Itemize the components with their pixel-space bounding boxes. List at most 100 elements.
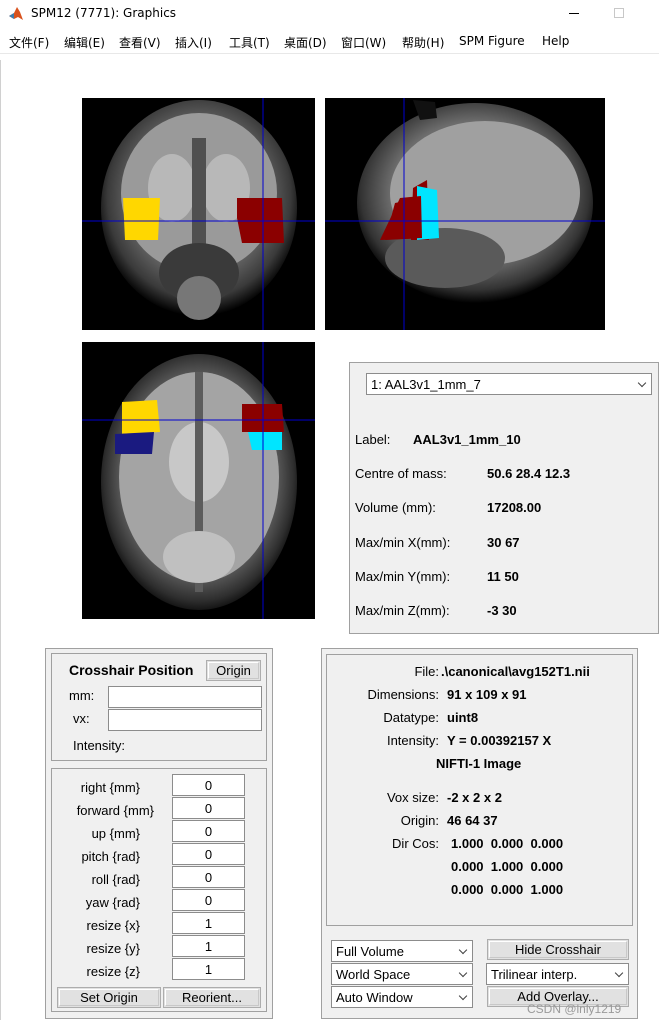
reorient-button-label: Reorient... — [182, 990, 242, 1005]
file-info-panel: File: .\canonical\avg152T1.nii Dimension… — [326, 654, 633, 926]
mm-label: mm: — [69, 688, 95, 703]
file-key: File: — [414, 664, 439, 679]
sagittal-view[interactable] — [325, 98, 605, 330]
menu-edit[interactable]: 编辑(E) — [64, 34, 105, 51]
chevron-down-icon — [456, 941, 472, 961]
resize-z-label: resize {z} — [86, 964, 140, 979]
up-input[interactable]: 0 — [172, 820, 245, 842]
crosshair-panel: Crosshair Position Origin mm: vx: Intens… — [51, 653, 267, 761]
dtype-key: Datatype: — [383, 710, 439, 725]
dircos-row-3: 0.000 0.000 1.000 — [451, 882, 564, 897]
atlas-maxminy-key: Max/min Y(mm): — [355, 569, 451, 584]
chevron-down-icon — [612, 964, 628, 984]
resize-y-label: resize {y} — [86, 941, 140, 956]
atlas-panel: 1: AAL3v1_1mm_7 Label: AAL3v1_1mm_10 Cen… — [349, 362, 659, 634]
watermark: CSDN @lnly1219 — [527, 1002, 622, 1016]
atlas-maxminx-value: 30 67 — [487, 535, 520, 550]
atlas-volume-key: Volume (mm): — [355, 500, 436, 515]
interp-select-value: Trilinear interp. — [491, 967, 578, 982]
menu-window[interactable]: 窗口(W) — [341, 34, 386, 51]
atlas-select-value: 1: AAL3v1_1mm_7 — [371, 377, 481, 392]
right-input[interactable]: 0 — [172, 774, 245, 796]
pitch-input[interactable]: 0 — [172, 843, 245, 865]
resize-x-label: resize {x} — [86, 918, 140, 933]
menu-tools[interactable]: 工具(T) — [229, 34, 270, 51]
origin-button-label: Origin — [216, 663, 251, 678]
dtype-value: uint8 — [447, 710, 479, 725]
window-select-value: Auto Window — [336, 990, 413, 1005]
dims-key: Dimensions: — [367, 687, 439, 702]
resize-x-input[interactable]: 1 — [172, 912, 245, 934]
dircos-row-1: 1.000 0.000 0.000 — [451, 836, 564, 851]
atlas-com-key: Centre of mass: — [355, 466, 447, 481]
intensity-value: Y = 0.00392157 X — [447, 733, 552, 748]
space-select[interactable]: World Space — [331, 963, 473, 985]
matlab-logo-icon — [9, 7, 23, 20]
menu-desktop[interactable]: 桌面(D) — [284, 34, 327, 51]
pitch-label: pitch {rad} — [81, 849, 140, 864]
atlas-maxminx-key: Max/min X(mm): — [355, 535, 451, 550]
roll-label: roll {rad} — [91, 872, 140, 887]
yaw-input[interactable]: 0 — [172, 889, 245, 911]
hide-crosshair-button[interactable]: Hide Crosshair — [487, 939, 629, 960]
menu-view[interactable]: 查看(V) — [119, 34, 161, 51]
maximize-icon[interactable] — [614, 8, 624, 18]
interp-select[interactable]: Trilinear interp. — [486, 963, 629, 985]
file-value: .\canonical\avg152T1.nii — [441, 664, 590, 679]
set-origin-button[interactable]: Set Origin — [57, 987, 161, 1008]
volume-select-value: Full Volume — [336, 944, 404, 959]
chevron-down-icon — [635, 374, 651, 394]
resize-z-input[interactable]: 1 — [172, 958, 245, 980]
atlas-maxminz-key: Max/min Z(mm): — [355, 603, 450, 618]
chevron-down-icon — [456, 964, 472, 984]
menu-bar: 文件(F) 编辑(E) 查看(V) 插入(I) 工具(T) 桌面(D) 窗口(W… — [0, 28, 659, 54]
vx-label: vx: — [73, 711, 90, 726]
atlas-label-value: AAL3v1_1mm_10 — [413, 432, 521, 447]
space-select-value: World Space — [336, 967, 411, 982]
intensity-key: Intensity: — [386, 733, 439, 748]
sagittal-slice-image — [325, 98, 605, 330]
reorient-button[interactable]: Reorient... — [163, 987, 261, 1008]
origin-button[interactable]: Origin — [206, 660, 261, 681]
yaw-label: yaw {rad} — [85, 895, 140, 910]
atlas-maxminy-value: 11 50 — [487, 569, 519, 584]
menu-file[interactable]: 文件(F) — [9, 34, 49, 51]
hide-crosshair-button-label: Hide Crosshair — [515, 942, 601, 957]
forward-input[interactable]: 0 — [172, 797, 245, 819]
title-bar: SPM12 (7771): Graphics — [0, 0, 659, 28]
window-select[interactable]: Auto Window — [331, 986, 473, 1008]
menu-help[interactable]: Help — [542, 34, 569, 48]
crosshair-title: Crosshair Position — [69, 662, 194, 678]
minimize-icon[interactable] — [568, 4, 582, 20]
origin-key: Origin: — [400, 813, 439, 828]
atlas-label-key: Label: — [355, 432, 391, 447]
origin-value: 46 64 37 — [447, 813, 498, 828]
axial-view[interactable] — [82, 342, 315, 619]
atlas-select[interactable]: 1: AAL3v1_1mm_7 — [366, 373, 652, 395]
coronal-view[interactable] — [82, 98, 315, 330]
coronal-slice-image — [82, 98, 315, 330]
up-label: up {mm} — [91, 826, 140, 841]
dims-value: 91 x 109 x 91 — [447, 687, 527, 702]
dircos-row-2: 0.000 1.000 0.000 — [451, 859, 564, 874]
menu-insert[interactable]: 插入(I) — [175, 34, 212, 51]
atlas-maxminz-value: -3 30 — [487, 603, 517, 618]
volume-select[interactable]: Full Volume — [331, 940, 473, 962]
mm-field[interactable] — [108, 686, 262, 708]
dircos-key: Dir Cos: — [392, 836, 439, 851]
format-value: NIFTI-1 Image — [436, 756, 522, 771]
roll-input[interactable]: 0 — [172, 866, 245, 888]
forward-label: forward {mm} — [76, 803, 154, 818]
reorient-panel: right {mm} 0 forward {mm} 0 up {mm} 0 pi… — [51, 768, 267, 1012]
menu-spm-figure[interactable]: SPM Figure — [459, 34, 525, 48]
menu-help-cn[interactable]: 帮助(H) — [402, 34, 444, 51]
window-border — [0, 60, 1, 1020]
intensity-label: Intensity: — [73, 738, 126, 753]
atlas-volume-value: 17208.00 — [487, 500, 542, 515]
vox-key: Vox size: — [386, 790, 439, 805]
axial-slice-image — [82, 342, 315, 619]
resize-y-input[interactable]: 1 — [172, 935, 245, 957]
window-title: SPM12 (7771): Graphics — [31, 6, 177, 20]
vx-field[interactable] — [108, 709, 262, 731]
right-label: right {mm} — [80, 780, 140, 795]
